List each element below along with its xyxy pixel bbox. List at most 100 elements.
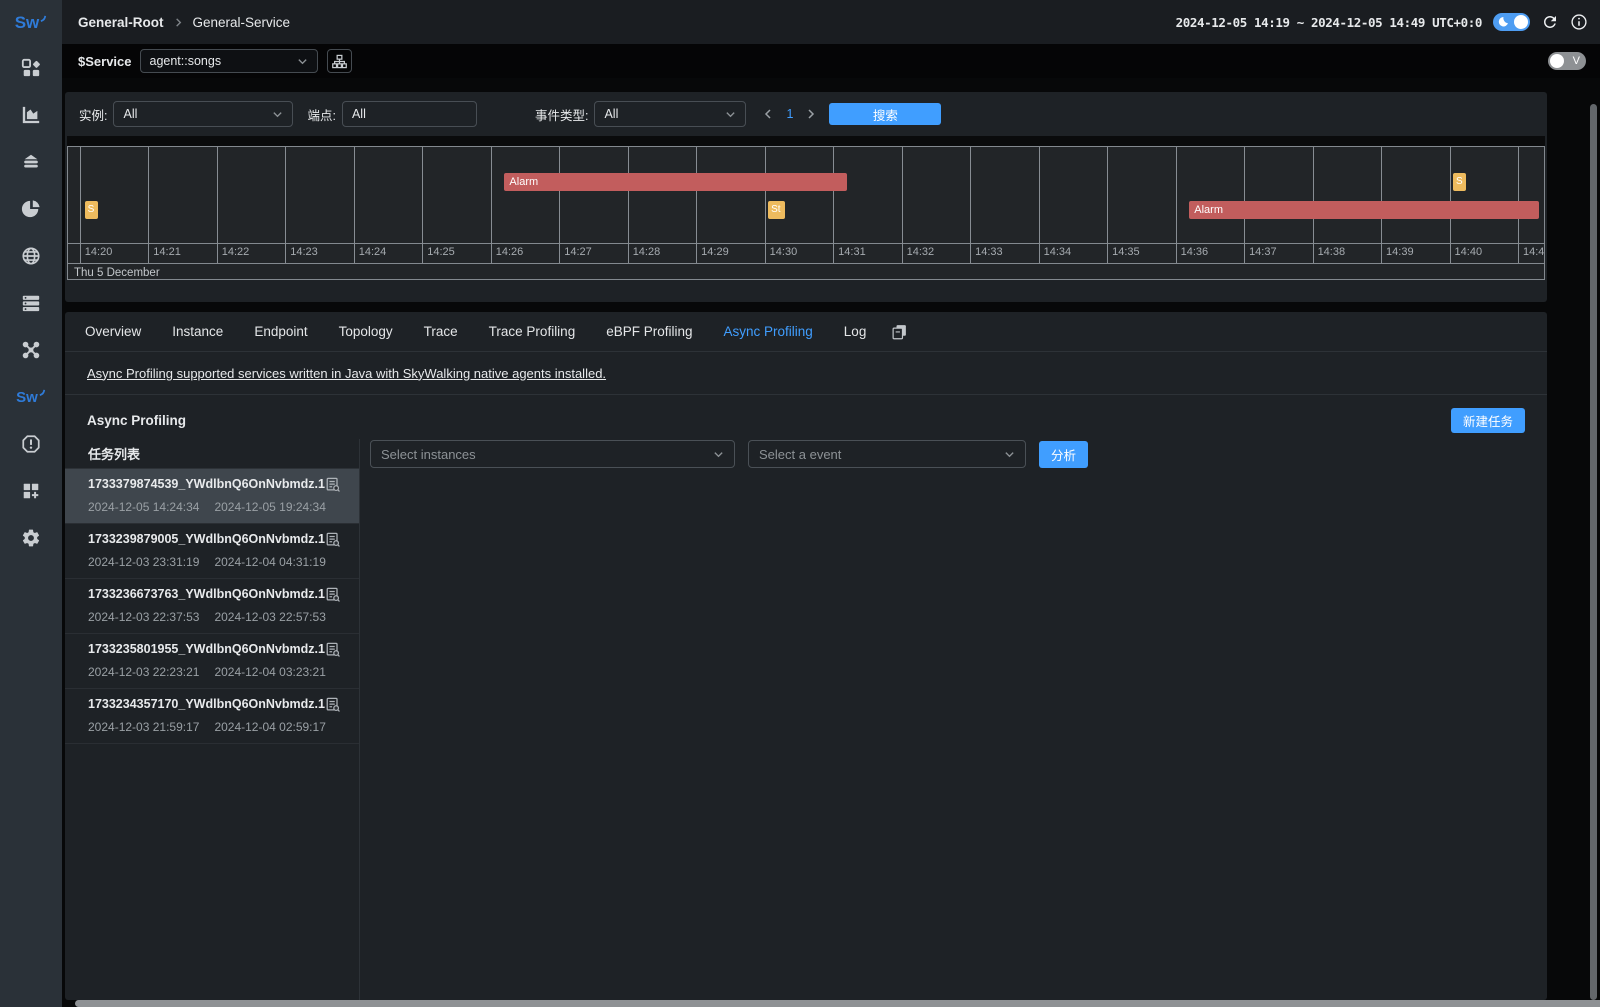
- endpoint-filter-input[interactable]: All: [342, 101, 477, 127]
- service-select[interactable]: agent::songs: [140, 49, 318, 73]
- service-detail-panel: Overview Instance Endpoint Topology Trace Tra…: [65, 312, 1547, 1000]
- timeline-gridline: [970, 147, 971, 263]
- info-icon[interactable]: [1570, 13, 1588, 31]
- dark-mode-toggle[interactable]: [1493, 13, 1530, 31]
- task-log-inspect-icon[interactable]: [325, 642, 341, 658]
- timeline-chart: Thu 5 December 14:2014:2114:2214:2314:24…: [67, 146, 1545, 280]
- sitemap-icon: [332, 54, 347, 69]
- sw-tick-icon: [39, 389, 46, 396]
- instance-filter-value: All: [123, 107, 137, 121]
- service-topology-button[interactable]: [327, 49, 352, 73]
- service-select-value: agent::songs: [150, 54, 222, 68]
- marketplace-icon[interactable]: [21, 481, 41, 501]
- select-instances-placeholder: Select instances: [381, 447, 476, 462]
- general-service-chart-icon[interactable]: [21, 105, 41, 125]
- timeline-gridline: [628, 147, 629, 263]
- axis-tick-label: 14:20: [85, 246, 113, 258]
- database-icon[interactable]: [21, 152, 41, 172]
- infrastructure-list-icon[interactable]: [21, 293, 41, 313]
- tab-trace[interactable]: Trace: [424, 324, 458, 339]
- task-time-range: 2024-12-03 22:37:532024-12-03 22:57:53: [88, 610, 349, 624]
- axis-tick-label: 14:34: [1044, 246, 1072, 258]
- axis-tick-label: 14:31: [838, 246, 866, 258]
- section-title: Async Profiling: [87, 413, 186, 428]
- settings-gear-icon[interactable]: [21, 528, 41, 548]
- top-bar: General-Root General-Service 2024-12-05 …: [62, 0, 1600, 44]
- axis-tick-label: 14:40: [1455, 246, 1483, 258]
- section-header: Async Profiling 新建任务: [65, 395, 1547, 444]
- alerting-icon[interactable]: [21, 434, 41, 454]
- analysis-controls: Select instances Select a event 分析: [360, 439, 1547, 1000]
- axis-tick-label: 14:21: [153, 246, 181, 258]
- globe-icon[interactable]: [21, 246, 41, 266]
- event-marker[interactable]: S: [85, 201, 98, 219]
- topbar-actions: 2024-12-05 14:19 ~ 2024-12-05 14:49 UTC+…: [1176, 13, 1588, 31]
- axis-tick-label: 14:26: [496, 246, 524, 258]
- select-instances-dropdown[interactable]: Select instances: [370, 440, 735, 468]
- version-toggle[interactable]: V: [1548, 52, 1586, 70]
- async-profiling-doc-link[interactable]: Async Profiling supported services writt…: [87, 366, 606, 381]
- tab-topology[interactable]: Topology: [339, 324, 393, 339]
- dashboards-icon[interactable]: [21, 58, 41, 78]
- task-item[interactable]: 1733235801955_YWdlbnQ6OnNvbmdz.12024-12-…: [65, 634, 359, 689]
- skywalking-nav-icon[interactable]: Sw: [16, 387, 46, 407]
- next-page-icon[interactable]: [805, 108, 817, 120]
- task-id: 1733379874539_YWdlbnQ6OnNvbmdz.1: [88, 477, 325, 491]
- task-list: 1733379874539_YWdlbnQ6OnNvbmdz.1 2024-12-…: [65, 469, 359, 744]
- breadcrumb-current[interactable]: General-Service: [193, 15, 291, 30]
- task-item[interactable]: 1733239879005_YWdlbnQ6OnNvbmdz.12024-12-…: [65, 524, 359, 579]
- task-id: 1733234357170_YWdlbnQ6OnNvbmdz.1: [88, 697, 325, 711]
- tab-list: Overview Instance Endpoint Topology Trace Tra…: [85, 324, 866, 339]
- axis-tick-label: 14:36: [1181, 246, 1209, 258]
- prev-page-icon[interactable]: [762, 108, 774, 120]
- version-toggle-knob: [1550, 54, 1564, 68]
- axis-tick-label: 14:23: [290, 246, 318, 258]
- horizontal-scrollbar[interactable]: [75, 1000, 1600, 1007]
- new-task-button[interactable]: 新建任务: [1451, 408, 1525, 433]
- topology-icon[interactable]: [21, 340, 41, 360]
- search-button[interactable]: 搜索: [829, 103, 941, 125]
- page-number[interactable]: 1: [786, 107, 793, 121]
- task-item[interactable]: 1733236673763_YWdlbnQ6OnNvbmdz.12024-12-…: [65, 579, 359, 634]
- tab-log[interactable]: Log: [844, 324, 867, 339]
- task-id: 1733239879005_YWdlbnQ6OnNvbmdz.1: [88, 532, 325, 546]
- refresh-icon[interactable]: [1541, 13, 1559, 31]
- axis-tick-label: 14:39: [1386, 246, 1414, 258]
- vertical-scrollbar[interactable]: [1590, 104, 1597, 1000]
- task-log-inspect-icon[interactable]: [325, 697, 341, 713]
- timeline-gridline: [833, 147, 834, 263]
- moon-icon: [1497, 16, 1509, 28]
- event-marker[interactable]: St: [768, 201, 785, 219]
- select-event-dropdown[interactable]: Select a event: [748, 440, 1026, 468]
- tab-trace-profiling[interactable]: Trace Profiling: [489, 324, 576, 339]
- service-mesh-icon[interactable]: [21, 199, 41, 219]
- chevron-down-icon: [725, 109, 736, 120]
- skywalking-logo[interactable]: Sw: [15, 0, 48, 46]
- analyze-button[interactable]: 分析: [1039, 441, 1088, 468]
- events-panel: 实例: All 端点: All 事件类型: All 1 搜索 Thu 5 Dec…: [65, 92, 1547, 302]
- task-item[interactable]: 1733234357170_YWdlbnQ6OnNvbmdz.12024-12-…: [65, 689, 359, 744]
- event-filter-row: 实例: All 端点: All 事件类型: All 1 搜索: [67, 101, 1545, 127]
- breadcrumb-root[interactable]: General-Root: [78, 15, 164, 30]
- task-log-inspect-icon[interactable]: [325, 587, 341, 603]
- tab-overview[interactable]: Overview: [85, 324, 141, 339]
- tab-instance[interactable]: Instance: [172, 324, 223, 339]
- notice-row: Async Profiling supported services writt…: [65, 352, 1547, 395]
- alarm-event-bar[interactable]: Alarm: [1189, 201, 1538, 219]
- timeline-date-row: Thu 5 December: [68, 263, 1544, 280]
- instance-filter-select[interactable]: All: [113, 101, 293, 127]
- timeline-gridline: [80, 147, 81, 263]
- alarm-event-bar[interactable]: Alarm: [504, 173, 846, 191]
- task-item[interactable]: 1733379874539_YWdlbnQ6OnNvbmdz.12024-12-…: [65, 469, 359, 524]
- time-range-picker[interactable]: 2024-12-05 14:19 ~ 2024-12-05 14:49 UTC+…: [1176, 15, 1482, 30]
- tab-ebpf-profiling[interactable]: eBPF Profiling: [606, 324, 692, 339]
- event-type-filter-select[interactable]: All: [594, 101, 746, 127]
- axis-tick-label: 14:32: [907, 246, 935, 258]
- event-marker[interactable]: S: [1453, 173, 1466, 191]
- task-log-inspect-icon[interactable]: [325, 477, 341, 493]
- task-log-inspect-icon[interactable]: [325, 532, 341, 548]
- service-label: $Service: [78, 54, 132, 69]
- tab-async-profiling[interactable]: Async Profiling: [724, 324, 813, 339]
- tab-endpoint[interactable]: Endpoint: [254, 324, 307, 339]
- copy-tabs-icon[interactable]: [891, 323, 908, 340]
